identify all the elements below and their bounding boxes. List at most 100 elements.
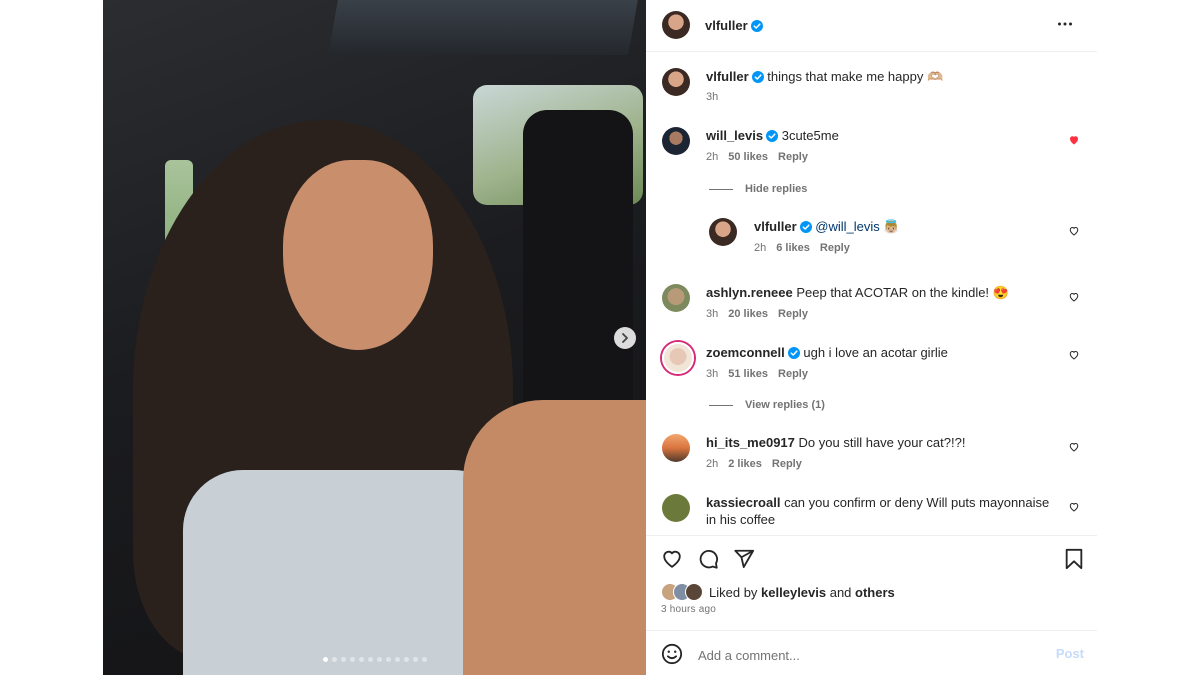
carousel-dot [421, 657, 427, 662]
carousel-indicator [103, 657, 646, 662]
comment-username[interactable]: kassiecroall [706, 495, 780, 510]
verified-badge-icon [799, 221, 812, 233]
heart-outline-icon[interactable] [1068, 349, 1080, 361]
caption-text: things that make me happy 🫶🏼 [767, 69, 944, 84]
liked-by: Liked by kelleylevis and others [661, 583, 895, 601]
like-button[interactable] [661, 548, 683, 575]
avatar[interactable] [662, 68, 690, 96]
reply-button[interactable]: Reply [778, 308, 808, 320]
comment-text-row: will_levis 3cute5me [706, 127, 839, 144]
liked-by-user-link[interactable]: kelleylevis [761, 585, 826, 600]
comment-username[interactable]: ashlyn.reneee [706, 285, 793, 300]
post-actions-bar [646, 535, 1097, 580]
liked-by-middle: and [826, 584, 856, 600]
more-horizontal-icon [1058, 22, 1072, 26]
reply-button[interactable]: Reply [778, 368, 808, 380]
view-replies-label: View replies (1) [745, 399, 825, 411]
comment-username[interactable]: zoemconnell [706, 345, 785, 360]
liked-by-prefix: Liked by [709, 584, 762, 600]
heart-outline-icon[interactable] [1068, 501, 1080, 513]
comment-likes[interactable]: 50 likes [728, 151, 768, 163]
hide-replies-button[interactable]: Hide replies [709, 183, 807, 195]
reply-meta: 2h 6 likes Reply [754, 242, 860, 254]
verified-badge-icon [751, 71, 764, 83]
comment-time: 3h [706, 368, 719, 380]
comment-meta: 2h 2 likes Reply [706, 458, 812, 470]
avatar[interactable] [662, 284, 690, 312]
post-photo [103, 0, 646, 675]
photo-sunroof [328, 0, 638, 55]
avatar[interactable] [709, 218, 737, 246]
carousel-dot [376, 657, 382, 662]
avatar-story-ring[interactable] [662, 342, 694, 374]
avatar[interactable] [662, 494, 690, 522]
reply-likes[interactable]: 6 likes [776, 242, 810, 254]
avatar[interactable] [662, 127, 690, 155]
comment-bubble-icon [699, 550, 718, 569]
reply-text-row: vlfuller @will_levis 👼🏼 [754, 218, 900, 235]
post-details-panel: vlfuller vlfuller things that make me ha… [646, 0, 1097, 675]
comment-time: 3h [706, 308, 719, 320]
reply-button[interactable]: Reply [772, 458, 802, 470]
heart-outline-icon[interactable] [1068, 225, 1080, 237]
post-timestamp[interactable]: 3 hours ago [661, 604, 716, 615]
reply-button[interactable]: Reply [820, 242, 850, 254]
caption-username[interactable]: vlfuller [706, 69, 749, 84]
emoji-button[interactable] [661, 643, 683, 670]
chevron-right-icon [622, 333, 628, 343]
comment-likes[interactable]: 20 likes [728, 308, 768, 320]
comment-likes[interactable]: 51 likes [728, 368, 768, 380]
save-button[interactable] [1064, 548, 1084, 575]
carousel-dot [358, 657, 364, 662]
comment-button[interactable] [697, 548, 719, 575]
photo-face [283, 160, 433, 350]
post-header: vlfuller [646, 0, 1097, 52]
header-user: vlfuller [705, 17, 763, 35]
paper-plane-icon [734, 549, 755, 568]
comment-text: Do you still have your cat?!?! [798, 435, 966, 450]
comment-meta: 2h 50 likes Reply [706, 151, 818, 163]
heart-outline-icon[interactable] [1068, 291, 1080, 303]
comment-meta: 3h 20 likes Reply [706, 308, 818, 320]
comment-meta: 3h 51 likes Reply [706, 368, 818, 380]
caption-time: 3h [706, 91, 719, 103]
header-username[interactable]: vlfuller [705, 18, 748, 33]
avatar[interactable] [662, 11, 690, 39]
carousel-dot [367, 657, 373, 662]
share-button[interactable] [733, 548, 755, 575]
toggle-line [709, 188, 733, 190]
comment-text-row: kassiecroall can you confirm or deny Wil… [706, 494, 1056, 528]
smiley-icon [661, 643, 683, 665]
comment-username[interactable]: will_levis [706, 128, 763, 143]
comment-text: ugh i love an acotar girlie [803, 345, 948, 360]
liked-by-avatars[interactable] [661, 583, 703, 601]
liked-heart-icon[interactable] [1068, 134, 1080, 146]
caption-text-row: vlfuller things that make me happy 🫶🏼 [706, 68, 943, 85]
carousel-dot [349, 657, 355, 662]
carousel-dot [331, 657, 337, 662]
heart-outline-icon[interactable] [1068, 441, 1080, 453]
comment-username[interactable]: hi_its_me0917 [706, 435, 795, 450]
carousel-dot [340, 657, 346, 662]
carousel-next-button[interactable] [614, 327, 636, 349]
more-options-button[interactable] [1057, 16, 1073, 37]
comment-text: 3cute5me [781, 128, 839, 143]
comment-likes[interactable]: 2 likes [728, 458, 762, 470]
comment-input[interactable] [696, 643, 1040, 667]
verified-badge-icon [750, 20, 763, 32]
caption-meta: 3h [706, 91, 728, 103]
heart-icon [663, 550, 681, 568]
comment-time: 2h [706, 458, 719, 470]
post-comment-button[interactable]: Post [1056, 646, 1084, 661]
reply-username[interactable]: vlfuller [754, 219, 797, 234]
carousel-dot [403, 657, 409, 662]
bookmark-icon [1065, 548, 1083, 570]
liked-by-others-link[interactable]: others [855, 585, 895, 600]
carousel-dot [412, 657, 418, 662]
reply-button[interactable]: Reply [778, 151, 808, 163]
carousel-dot [322, 657, 328, 662]
view-replies-button[interactable]: View replies (1) [709, 399, 825, 411]
toggle-line [709, 404, 733, 406]
avatar[interactable] [662, 434, 690, 462]
carousel-dot [394, 657, 400, 662]
